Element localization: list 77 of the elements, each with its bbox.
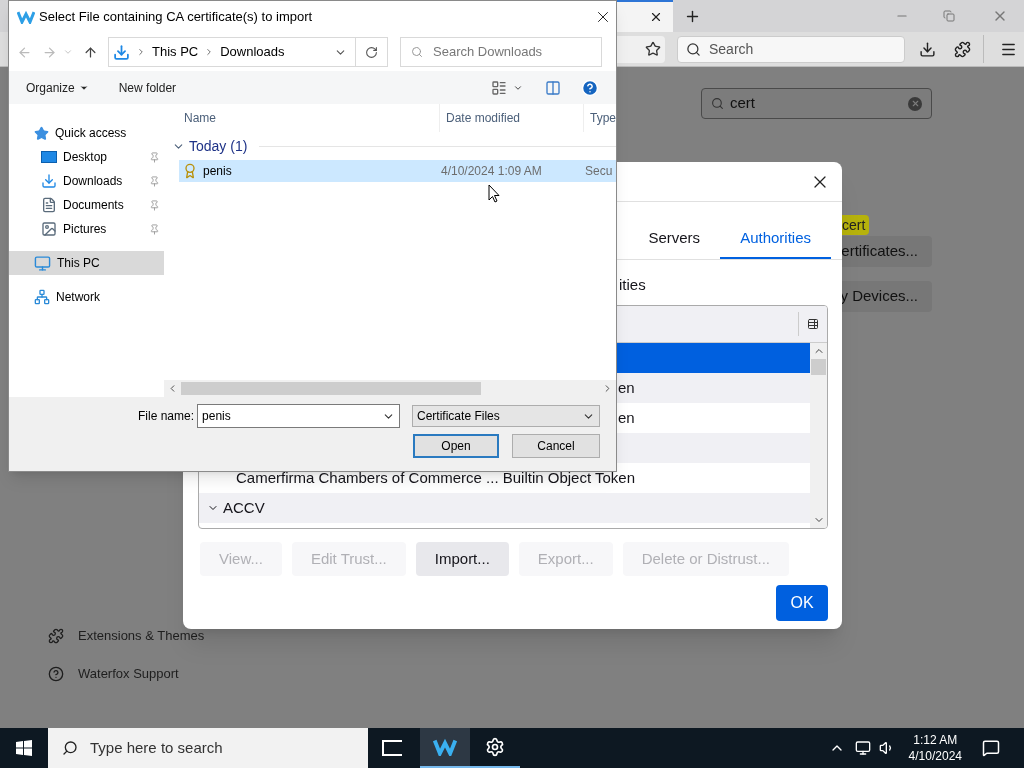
tab[interactable]: Authorities bbox=[720, 219, 831, 259]
scrollbar-thumb[interactable] bbox=[811, 359, 826, 375]
file-type-dropdown[interactable]: Certificate Files bbox=[412, 405, 601, 427]
document-icon bbox=[41, 197, 57, 213]
nav-item[interactable]: Network bbox=[9, 285, 164, 309]
separator-icon bbox=[136, 47, 146, 57]
column-header[interactable]: Name bbox=[164, 109, 439, 127]
waterfox-taskbar-button[interactable] bbox=[420, 728, 470, 768]
nav-item[interactable]: Pictures bbox=[9, 217, 164, 241]
organize-button[interactable]: Organize bbox=[26, 78, 89, 97]
path-segment[interactable]: This PC bbox=[152, 42, 199, 62]
notifications-icon[interactable] bbox=[982, 739, 1000, 757]
cursor-icon bbox=[488, 184, 500, 203]
file-name-label: File name: bbox=[138, 408, 195, 425]
close-icon[interactable] bbox=[649, 10, 663, 24]
pictures-icon bbox=[41, 221, 57, 237]
new-folder-button[interactable]: New folder bbox=[118, 78, 177, 97]
clear-icon[interactable] bbox=[908, 96, 922, 111]
download-icon bbox=[41, 173, 57, 189]
extensions-icon[interactable] bbox=[954, 40, 971, 58]
nav-item[interactable]: Desktop bbox=[9, 145, 164, 169]
search-field[interactable]: Search Downloads bbox=[400, 37, 602, 67]
search-icon bbox=[411, 46, 423, 58]
nav-item[interactable]: This PC bbox=[9, 251, 164, 275]
gear-icon bbox=[485, 737, 505, 757]
download-icon bbox=[113, 43, 130, 61]
column-header[interactable]: Date modified bbox=[439, 104, 583, 132]
path-segment[interactable]: Downloads bbox=[220, 42, 285, 62]
taskbar-search-field[interactable]: Type here to search bbox=[48, 728, 368, 768]
search-icon bbox=[686, 41, 701, 57]
search-icon bbox=[62, 740, 78, 756]
file-date: 4/10/2024 1:09 AM bbox=[441, 163, 543, 180]
download-icon[interactable] bbox=[919, 40, 936, 58]
clock[interactable]: 1:12 AM 4/10/2024 bbox=[908, 732, 962, 764]
address-bar[interactable]: This PC Downloads bbox=[108, 37, 388, 67]
network-icon[interactable] bbox=[854, 740, 871, 756]
cancel-button[interactable]: Cancel bbox=[512, 434, 600, 458]
file-name-field[interactable]: penis bbox=[197, 404, 401, 428]
caption-text: ities bbox=[619, 274, 646, 295]
action-button[interactable]: Import... bbox=[415, 542, 509, 576]
nav-item[interactable]: Documents bbox=[9, 193, 164, 217]
column-header[interactable]: Type bbox=[583, 104, 616, 132]
settings-search-field[interactable]: cert bbox=[701, 88, 932, 119]
certificate-icon bbox=[182, 163, 198, 179]
file-row[interactable]: penis 4/10/2024 1:09 AM Secu bbox=[179, 160, 616, 182]
group-header[interactable]: Today (1) bbox=[189, 135, 248, 157]
sidebar-link[interactable]: Waterfox Support bbox=[48, 666, 1024, 682]
scrollbar-thumb[interactable] bbox=[181, 382, 481, 395]
file-name: penis bbox=[203, 163, 233, 180]
help-icon[interactable] bbox=[581, 78, 599, 97]
file-type: Secu bbox=[585, 163, 613, 180]
task-view-icon[interactable] bbox=[382, 740, 402, 756]
desktop-icon bbox=[41, 151, 57, 163]
search-placeholder: Search Downloads bbox=[433, 43, 543, 62]
column-picker-icon[interactable] bbox=[807, 318, 819, 330]
ok-button[interactable]: OK bbox=[776, 585, 828, 621]
open-button[interactable]: Open bbox=[413, 434, 499, 458]
view-icon[interactable] bbox=[491, 79, 507, 96]
nav-item[interactable]: Downloads bbox=[9, 169, 164, 193]
dialog-title: Select File containing CA certificate(s) to import bbox=[39, 8, 313, 27]
star-icon bbox=[34, 125, 49, 141]
up-icon[interactable] bbox=[83, 44, 98, 60]
search-field[interactable]: Search bbox=[677, 35, 905, 63]
network-icon bbox=[34, 289, 50, 305]
search-icon bbox=[711, 97, 724, 110]
puzzle-icon bbox=[48, 628, 64, 644]
windows-logo-icon[interactable] bbox=[16, 740, 32, 756]
tab[interactable]: Servers bbox=[628, 219, 721, 259]
preview-pane-icon[interactable] bbox=[545, 79, 561, 96]
refresh-icon[interactable] bbox=[365, 45, 378, 59]
group-row[interactable]: ACCV bbox=[199, 493, 810, 523]
bookmark-star-icon[interactable] bbox=[645, 41, 661, 57]
nav-item[interactable]: Quick access bbox=[9, 121, 164, 145]
browser-tab[interactable] bbox=[617, 0, 673, 32]
sidebar-link[interactable]: Extensions & Themes bbox=[48, 628, 1024, 644]
computer-icon bbox=[34, 254, 51, 272]
help-icon bbox=[48, 666, 64, 682]
